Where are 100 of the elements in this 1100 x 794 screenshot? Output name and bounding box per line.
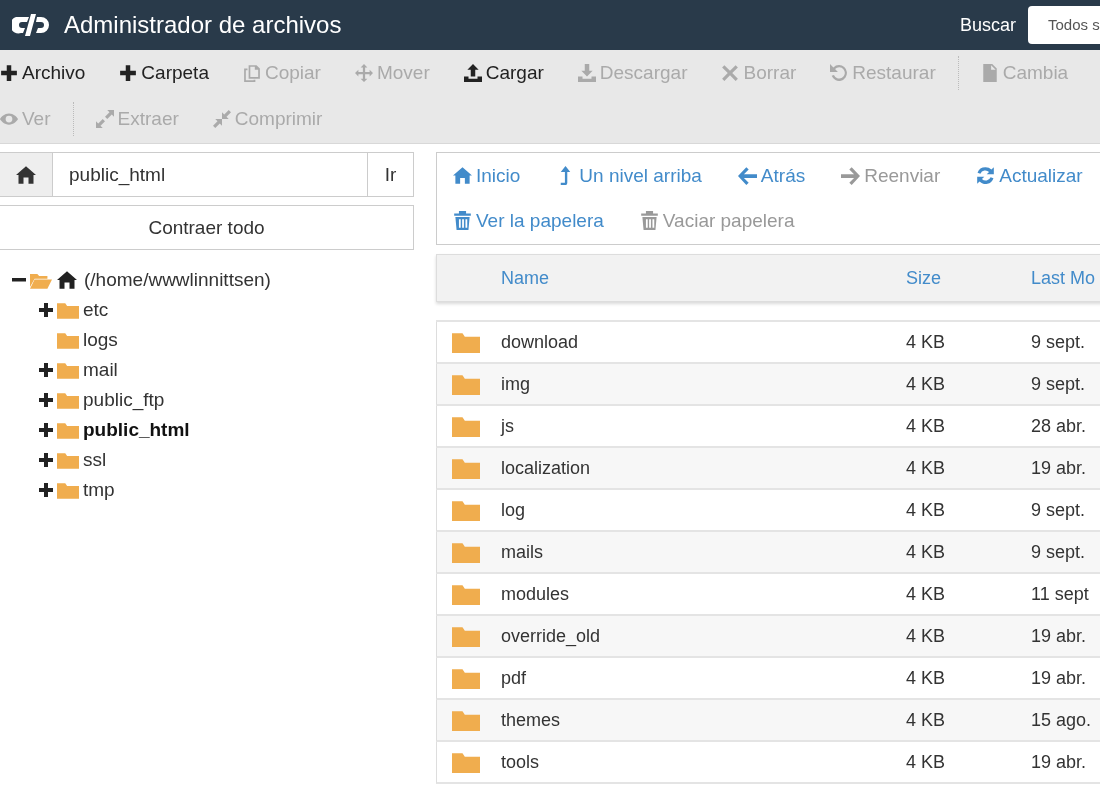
trash-icon <box>639 211 659 230</box>
collapse-all-button[interactable]: Contraer todo <box>0 205 414 250</box>
go-button[interactable]: Ir <box>368 152 414 197</box>
modified-date: 19 abr. <box>1031 625 1088 647</box>
plus-icon[interactable] <box>39 423 53 437</box>
plus-icon[interactable] <box>39 453 53 467</box>
file-name[interactable]: mails <box>501 541 906 563</box>
refresh-icon <box>976 166 996 185</box>
file-size: 4 KB <box>906 709 947 731</box>
home-icon <box>453 166 472 185</box>
modified-date: 9 sept. <box>1031 373 1087 395</box>
folder-icon <box>57 451 79 469</box>
file-size: 4 KB <box>906 331 947 353</box>
compress-arrows-icon <box>212 110 231 128</box>
home-icon <box>56 270 78 290</box>
nav-link[interactable]: Actualizar <box>976 164 1083 187</box>
right-arrow-icon <box>841 166 861 185</box>
close-icon <box>721 64 740 82</box>
file-icon <box>980 64 999 82</box>
folder-icon <box>57 331 79 349</box>
plus-icon <box>0 64 18 82</box>
folder-icon <box>452 415 480 437</box>
nav-link[interactable]: Ver la papelera <box>453 209 604 232</box>
file-name[interactable]: override_old <box>501 625 906 647</box>
tree-item[interactable]: ssl <box>83 449 107 471</box>
logo-icon <box>12 11 52 39</box>
file-size: 4 KB <box>906 373 947 395</box>
move-arrows-icon <box>354 64 373 82</box>
folder-icon <box>452 541 480 563</box>
modified-date: 9 sept. <box>1031 541 1087 563</box>
file-name[interactable]: modules <box>501 583 906 605</box>
folder-icon <box>452 373 480 395</box>
nav-link[interactable]: Inicio <box>453 164 521 187</box>
tree-item[interactable]: etc <box>83 299 109 321</box>
file-size: 4 KB <box>906 457 947 479</box>
app-title: Administrador de archivos <box>64 11 343 39</box>
undo-icon <box>830 64 849 82</box>
folder-icon <box>57 361 79 379</box>
folder-icon <box>452 625 480 647</box>
modified-date: 9 sept. <box>1031 331 1087 353</box>
folder-icon <box>452 709 480 731</box>
tree-item[interactable]: public_ftp <box>83 389 165 411</box>
modified-date: 15 ago. <box>1031 709 1093 731</box>
folder-icon <box>452 499 480 521</box>
folder-icon <box>452 667 480 689</box>
nav-link[interactable]: Un nivel arriba <box>556 164 702 187</box>
folder-icon <box>452 583 480 605</box>
modified-date: 19 abr. <box>1031 751 1088 773</box>
path-field[interactable]: public_html <box>53 152 368 197</box>
file-size: 4 KB <box>906 667 947 689</box>
file-size: 4 KB <box>906 751 947 773</box>
upload-icon <box>463 64 482 82</box>
file-name[interactable]: localization <box>501 457 906 479</box>
copy-icon <box>242 64 261 82</box>
file-size: 4 KB <box>906 415 947 437</box>
home-button[interactable] <box>0 152 53 197</box>
expand-arrows-icon <box>95 110 114 128</box>
file-size: 4 KB <box>906 625 947 647</box>
search-scope-dropdown[interactable]: Todos s <box>1028 6 1100 44</box>
folder-icon <box>57 301 79 319</box>
toolbar-button[interactable]: Carpeta <box>119 62 209 84</box>
file-name[interactable]: tools <box>501 751 906 773</box>
tree-item[interactable]: mail <box>83 359 118 381</box>
modified-date: 19 abr. <box>1031 457 1088 479</box>
folder-icon <box>452 751 480 773</box>
file-size: 4 KB <box>906 541 947 563</box>
plus-icon[interactable] <box>39 483 53 497</box>
download-icon <box>577 64 596 82</box>
eye-icon <box>0 110 18 128</box>
folder-icon <box>57 391 79 409</box>
file-name[interactable]: download <box>501 331 906 353</box>
folder-icon <box>452 331 480 353</box>
plus-icon[interactable] <box>39 303 53 317</box>
file-size: 4 KB <box>906 499 947 521</box>
modified-date: 11 sept <box>1031 583 1090 605</box>
toolbar-button[interactable]: Cargar <box>463 62 544 84</box>
file-name[interactable]: themes <box>501 709 906 731</box>
search-label: Buscar <box>959 14 1016 36</box>
trash-icon <box>453 211 472 230</box>
file-size: 4 KB <box>906 583 947 605</box>
left-arrow-icon <box>737 166 757 185</box>
tree-item[interactable]: logs <box>83 329 118 351</box>
home-icon <box>16 164 36 185</box>
plus-icon[interactable] <box>39 393 53 407</box>
toolbar-button[interactable]: Archivo <box>0 62 86 84</box>
tree-item[interactable]: public_html <box>83 419 190 441</box>
file-name[interactable]: pdf <box>501 667 906 689</box>
file-name[interactable]: img <box>501 373 906 395</box>
modified-date: 9 sept. <box>1031 499 1087 521</box>
file-name[interactable]: js <box>501 415 906 437</box>
folder-icon <box>57 421 79 439</box>
nav-link[interactable]: Atrás <box>737 164 806 187</box>
plus-icon[interactable] <box>39 363 53 377</box>
tree-item[interactable]: tmp <box>83 479 115 501</box>
file-name[interactable]: log <box>501 499 906 521</box>
modified-date: 19 abr. <box>1031 667 1088 689</box>
modified-date: 28 abr. <box>1031 415 1088 437</box>
folder-icon <box>452 457 480 479</box>
tree-item[interactable]: (/home/wwwlinnittsen) <box>84 269 271 291</box>
open-folder-icon <box>30 271 52 289</box>
